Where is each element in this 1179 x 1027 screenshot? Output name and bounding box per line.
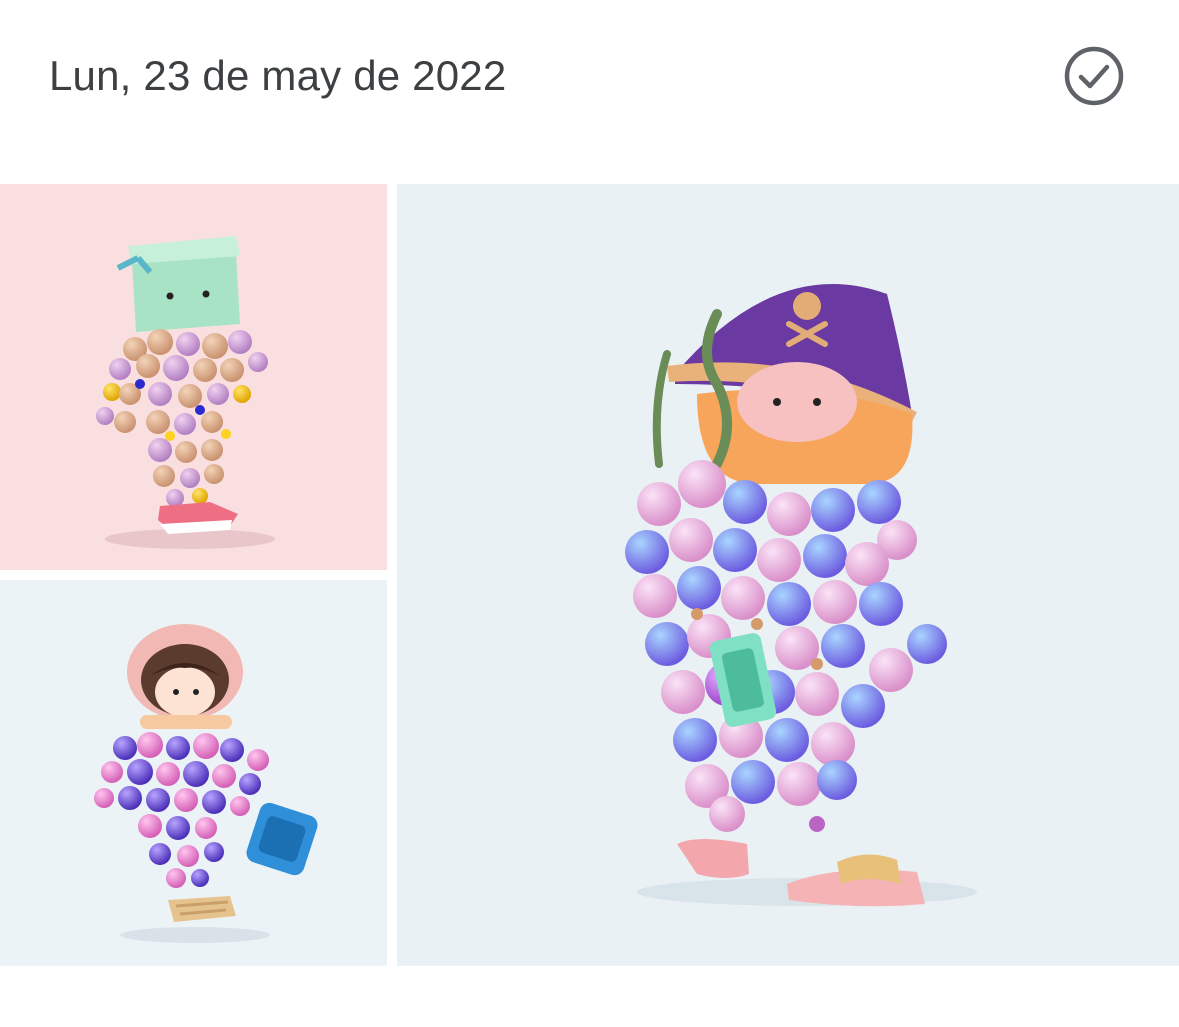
astronaut-character-illustration	[94, 624, 318, 943]
select-day-button[interactable]	[1062, 44, 1126, 108]
day-header: Lun, 23 de may de 2022	[0, 0, 1179, 150]
check-circle-icon	[1064, 46, 1124, 106]
date-heading: Lun, 23 de may de 2022	[49, 52, 507, 99]
photo-thumbnail-2[interactable]	[0, 580, 387, 966]
photo-large[interactable]	[397, 184, 1179, 966]
pirate-character-illustration	[625, 284, 977, 907]
photo-thumbnail-1[interactable]	[0, 184, 387, 570]
box-character-illustration	[96, 236, 275, 549]
